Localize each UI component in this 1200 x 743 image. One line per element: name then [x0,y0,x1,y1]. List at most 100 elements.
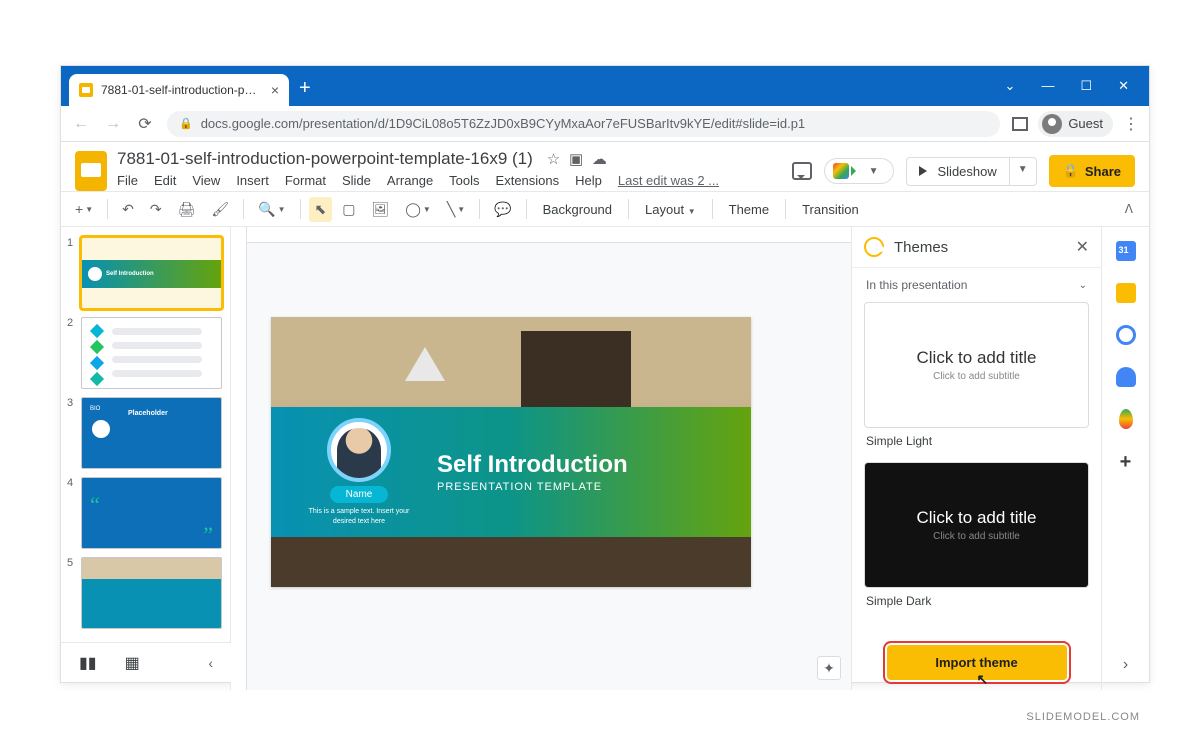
cloud-status-icon[interactable]: ☁ [592,151,607,168]
slide-number: 2 [67,317,77,389]
background-button[interactable]: Background [535,198,620,221]
slide-canvas[interactable]: Name This is a sample text. Insert your … [231,227,851,690]
slide-thumb-4[interactable]: “ ” [81,477,222,549]
maximize-icon[interactable]: ☐ [1080,78,1092,94]
slide-thumb-2[interactable] [81,317,222,389]
main-slide[interactable]: Name This is a sample text. Insert your … [271,317,751,587]
keep-icon[interactable] [1116,283,1136,303]
collapse-toolbar-icon[interactable]: ᐱ [1117,198,1141,220]
menu-file[interactable]: File [117,173,138,188]
explore-button[interactable]: ✦ [817,656,841,680]
separator [300,199,301,219]
select-tool[interactable]: ⬉ [309,197,333,222]
share-button[interactable]: 🔒 Share [1049,155,1135,187]
new-slide-button[interactable]: +▼ [69,197,99,221]
image-tool[interactable]: 🖼 [365,197,395,222]
menu-format[interactable]: Format [285,173,326,188]
minimize-icon[interactable]: — [1041,78,1054,94]
comment-tool[interactable]: 💬 [488,197,517,222]
zoom-button[interactable]: 🔍▼ [252,197,291,222]
browser-menu-icon[interactable]: ⋮ [1123,114,1139,134]
transition-button[interactable]: Transition [794,198,867,221]
menu-slide[interactable]: Slide [342,173,371,188]
slide-thumb-5[interactable] [81,557,222,629]
separator [107,199,108,219]
menu-edit[interactable]: Edit [154,173,176,188]
theme-name: Simple Dark [864,588,1089,622]
document-title[interactable]: 7881-01-self-introduction-powerpoint-tem… [117,149,533,169]
theme-card-title: Click to add title [917,348,1037,368]
menu-insert[interactable]: Insert [236,173,269,188]
close-window-icon[interactable]: ✕ [1118,78,1129,94]
layout-button[interactable]: Layout ▼ [637,198,704,221]
slide-panel: 1 Self Introduction 2 3 BIO Placeholder [61,227,231,690]
slide-number: 4 [67,477,77,549]
slideshow-dropdown[interactable]: ▼ [1010,157,1037,186]
slides-favicon-icon [79,83,93,97]
header-actions: ▼ Slideshow ▼ 🔒 Share [792,155,1135,187]
last-edit-label[interactable]: Last edit was 2 ... [618,173,719,188]
slide-heading: Self Introduction [437,451,628,479]
star-icon[interactable]: ☆ [547,151,560,168]
maps-icon[interactable] [1119,409,1133,429]
textbox-tool[interactable]: ▢ [336,197,361,222]
chevron-down-icon[interactable]: ⌄ [1005,78,1016,94]
paint-format-button[interactable]: 🖌 [205,197,235,222]
move-icon[interactable]: ▣ [569,151,583,168]
tab-close-icon[interactable]: × [271,82,279,98]
themes-list[interactable]: Click to add title Click to add subtitle… [852,302,1101,635]
themes-header: Themes ✕ [852,227,1101,268]
panel-toggle-icon[interactable] [1012,117,1028,131]
back-icon[interactable]: ← [71,115,91,133]
chevron-left-icon[interactable]: ‹ [208,655,213,671]
tasks-icon[interactable] [1116,325,1136,345]
comments-icon[interactable] [792,162,812,180]
slides-logo-icon[interactable] [75,151,107,191]
separator [628,199,629,219]
profile-column: Name This is a sample text. Insert your … [299,418,419,525]
theme-simple-dark[interactable]: Click to add title Click to add subtitle [864,462,1089,588]
slide-thumb-3[interactable]: BIO Placeholder [81,397,222,469]
get-addons-icon[interactable]: + [1120,451,1132,474]
separator [785,199,786,219]
menu-arrange[interactable]: Arrange [387,173,433,188]
contacts-icon[interactable] [1116,367,1136,387]
import-theme-button[interactable]: Import theme ↖ [887,645,1067,680]
slide-thumb-1[interactable]: Self Introduction [81,237,222,309]
print-button[interactable]: 🖨 [172,197,202,222]
new-tab-button[interactable]: + [299,77,311,100]
forward-icon[interactable]: → [103,115,123,133]
shape-tool[interactable]: ◯▼ [399,197,437,222]
address-right: Guest ⋮ [1012,111,1139,137]
filmstrip-view-icon[interactable]: ▮▮ [79,653,97,673]
reload-icon[interactable]: ⟳ [135,114,155,134]
theme-simple-light[interactable]: Click to add title Click to add subtitle [864,302,1089,428]
meet-button[interactable]: ▼ [824,158,894,184]
tab-strip: 7881-01-self-introduction-powe × + [61,66,311,106]
theme-button[interactable]: Theme [721,198,777,221]
undo-button[interactable]: ↶ [116,197,140,222]
close-panel-icon[interactable]: ✕ [1076,237,1089,257]
menu-view[interactable]: View [192,173,220,188]
menu-tools[interactable]: Tools [449,173,479,188]
profile-chip[interactable]: Guest [1038,111,1113,137]
slideshow-button[interactable]: Slideshow [906,157,1010,186]
workspace: 1 Self Introduction 2 3 BIO Placeholder [61,227,1149,690]
redo-button[interactable]: ↷ [144,197,168,222]
line-tool[interactable]: ╲▼ [441,197,471,222]
url-text: docs.google.com/presentation/d/1D9CiL08o… [201,116,805,131]
calendar-icon[interactable] [1116,241,1136,261]
address-bar: ← → ⟳ 🔒 docs.google.com/presentation/d/1… [61,106,1149,142]
url-input[interactable]: 🔒 docs.google.com/presentation/d/1D9CiL0… [167,111,1000,137]
slideshow-label: Slideshow [938,164,997,179]
browser-tab[interactable]: 7881-01-self-introduction-powe × [69,74,289,106]
menu-extensions[interactable]: Extensions [496,173,560,188]
themes-section-toggle[interactable]: In this presentation ⌄ [852,268,1101,302]
grid-view-icon[interactable]: ▦ [125,653,140,673]
app-header: 7881-01-self-introduction-powerpoint-tem… [61,142,1149,191]
toolbar: +▼ ↶ ↷ 🖨 🖌 🔍▼ ⬉ ▢ 🖼 ◯▼ ╲▼ 💬 Background L… [61,191,1149,227]
separator [526,199,527,219]
menu-help[interactable]: Help [575,173,602,188]
document-area: 7881-01-self-introduction-powerpoint-tem… [117,149,782,188]
chevron-right-icon[interactable]: › [1123,656,1128,674]
